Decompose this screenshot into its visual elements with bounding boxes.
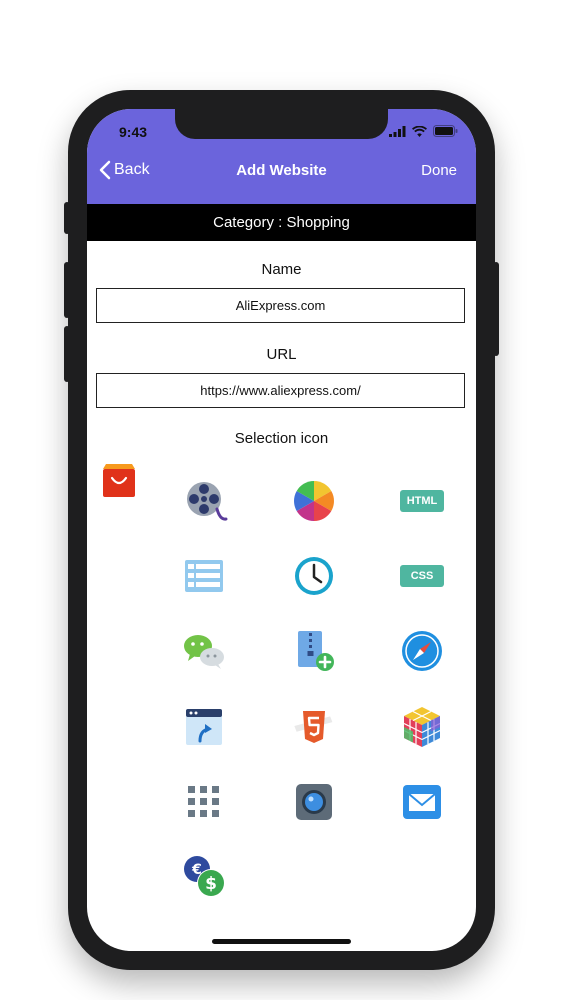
browser-upload-icon[interactable] bbox=[182, 705, 226, 749]
film-reel-icon[interactable] bbox=[184, 479, 228, 523]
back-button[interactable]: Back bbox=[99, 160, 150, 180]
grid-icon[interactable] bbox=[182, 780, 226, 824]
css-badge: CSS bbox=[400, 565, 444, 587]
screen: 9:43 Back Add Website Done Category: Sh… bbox=[87, 109, 476, 951]
back-label: Back bbox=[114, 161, 150, 178]
rubiks-cube-icon[interactable] bbox=[400, 705, 444, 749]
currency-exchange-icon[interactable]: € $ bbox=[182, 854, 226, 898]
css-icon[interactable]: CSS bbox=[400, 554, 444, 598]
zip-add-icon[interactable] bbox=[292, 629, 336, 673]
signal-icon bbox=[389, 125, 406, 137]
compass-icon[interactable] bbox=[400, 629, 444, 673]
volume-down-button bbox=[64, 326, 70, 382]
navigation-bar: 9:43 Back Add Website Done bbox=[87, 109, 476, 204]
notch bbox=[175, 109, 388, 139]
color-wheel-icon[interactable] bbox=[292, 479, 336, 523]
wifi-icon bbox=[412, 125, 427, 137]
status-time: 9:43 bbox=[119, 124, 148, 140]
html-badge: HTML bbox=[400, 490, 444, 512]
url-label: URL bbox=[266, 346, 297, 363]
volume-up-button bbox=[64, 262, 70, 318]
wechat-icon[interactable] bbox=[182, 629, 226, 673]
html5-icon[interactable] bbox=[292, 705, 336, 749]
html-icon[interactable]: HTML bbox=[400, 479, 444, 523]
svg-text:$: $ bbox=[205, 874, 217, 894]
power-button bbox=[493, 262, 499, 356]
category-label: Category : Shopping bbox=[213, 214, 350, 231]
chevron-left-icon bbox=[99, 160, 111, 180]
clock-icon[interactable] bbox=[292, 554, 336, 598]
home-indicator[interactable] bbox=[212, 939, 351, 944]
name-label: Name bbox=[261, 261, 302, 278]
battery-icon bbox=[433, 125, 458, 137]
mail-icon[interactable] bbox=[400, 780, 444, 824]
camera-icon[interactable] bbox=[292, 780, 336, 824]
table-icon[interactable] bbox=[182, 554, 226, 598]
category-bar: Category : Shopping bbox=[87, 204, 476, 241]
name-input[interactable] bbox=[96, 288, 465, 323]
url-input[interactable] bbox=[96, 373, 465, 408]
shopping-bag-icon[interactable] bbox=[97, 458, 141, 502]
mute-switch bbox=[64, 202, 70, 234]
selection-icon-label: Selection icon bbox=[234, 430, 329, 447]
done-button[interactable]: Done bbox=[421, 162, 457, 179]
status-icons bbox=[389, 125, 458, 137]
